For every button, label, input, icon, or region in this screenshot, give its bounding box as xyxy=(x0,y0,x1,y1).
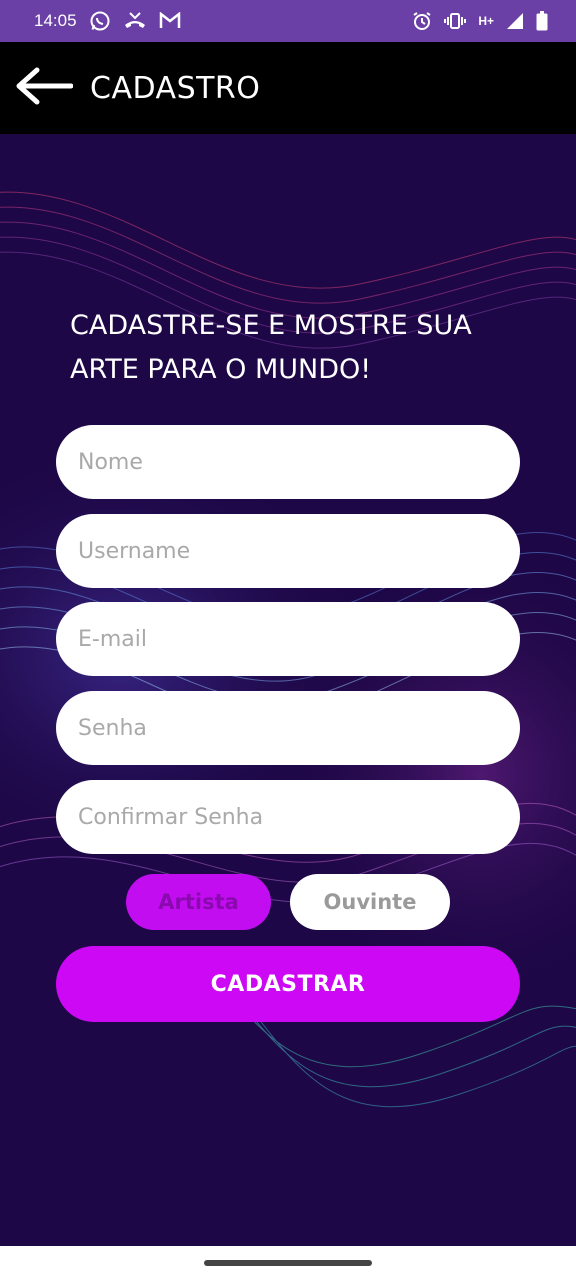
network-type-label: H+ xyxy=(478,14,494,28)
status-bar-right: H+ xyxy=(412,11,548,31)
artist-toggle-button[interactable]: Artista xyxy=(126,874,271,930)
arrow-left-icon xyxy=(15,66,74,110)
status-bar-left: 14:05 xyxy=(34,10,181,32)
status-time: 14:05 xyxy=(34,11,77,30)
app-title: CADASTRO xyxy=(90,70,261,106)
system-navigation-bar xyxy=(0,1246,576,1280)
back-button[interactable] xyxy=(0,42,88,134)
status-bar: 14:05 H+ xyxy=(0,0,576,42)
home-indicator[interactable] xyxy=(204,1260,372,1266)
app-bar: CADASTRO xyxy=(0,42,576,134)
signal-icon xyxy=(506,12,524,30)
background-waves-art xyxy=(0,134,576,1246)
email-input[interactable] xyxy=(56,602,520,676)
password-input[interactable] xyxy=(56,691,520,765)
register-button[interactable]: CADASTRAR xyxy=(56,946,520,1022)
gmail-icon xyxy=(159,12,181,30)
whatsapp-icon xyxy=(89,10,111,32)
missed-call-icon xyxy=(123,10,147,32)
signup-screen: CADASTRE-SE E MOSTRE SUA ARTE PARA O MUN… xyxy=(0,134,576,1246)
listener-toggle-button[interactable]: Ouvinte xyxy=(290,874,450,930)
vibrate-icon xyxy=(444,11,467,31)
confirm-password-input[interactable] xyxy=(56,780,520,854)
name-input[interactable] xyxy=(56,425,520,499)
signup-headline: CADASTRE-SE E MOSTRE SUA ARTE PARA O MUN… xyxy=(70,310,472,385)
battery-icon xyxy=(536,11,548,31)
username-input[interactable] xyxy=(56,514,520,588)
alarm-icon xyxy=(412,11,432,31)
